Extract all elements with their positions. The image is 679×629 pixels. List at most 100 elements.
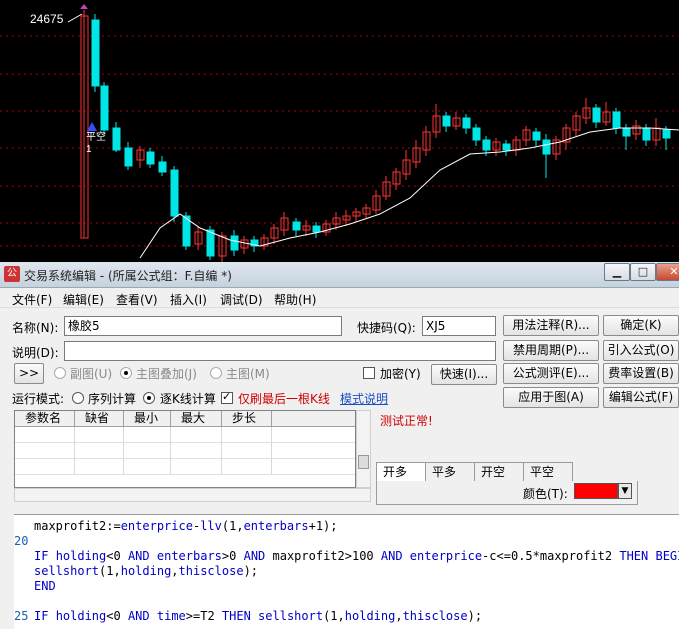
candle-body bbox=[462, 117, 471, 129]
parameter-table-header: 参数名 缺省 最小 最大 步长 bbox=[15, 411, 355, 427]
candle-body bbox=[312, 225, 321, 233]
param-step-header: 步长 bbox=[222, 411, 272, 426]
param-default-header: 缺省 bbox=[75, 411, 124, 426]
candle-body bbox=[482, 139, 491, 151]
chevron-down-icon[interactable]: ▼ bbox=[618, 483, 632, 499]
candle-body bbox=[502, 143, 511, 151]
candle-body bbox=[146, 151, 155, 165]
main-overlay-label: 主图叠加(J) bbox=[136, 367, 197, 381]
tab-open-long[interactable]: 开多 bbox=[376, 462, 426, 483]
parameter-vertical-scrollbar[interactable] bbox=[356, 410, 371, 488]
candle-body bbox=[622, 127, 631, 137]
main-overlay-radio[interactable] bbox=[120, 367, 132, 379]
scroll-thumb[interactable] bbox=[358, 455, 369, 469]
sub-chart-radio[interactable] bbox=[54, 367, 66, 379]
candle-body bbox=[91, 19, 100, 87]
code-text: IF holding<0 AND time>=T2 THEN sellshort… bbox=[34, 609, 483, 623]
candle-body bbox=[124, 147, 133, 167]
encrypt-checkbox[interactable] bbox=[363, 367, 375, 379]
fee-settings-button[interactable]: 费率设置(B) bbox=[603, 363, 679, 384]
formula-test-button[interactable]: 公式测评(E)... bbox=[503, 363, 599, 384]
trading-system-editor-window: 公 交易系统编辑 - (所属公式组：F.自编 *) ▁ □ ✕ 文件(F) 编辑… bbox=[0, 262, 679, 629]
candle-body bbox=[206, 229, 215, 257]
signal-label: 平空 bbox=[86, 132, 106, 143]
code-text: END bbox=[34, 579, 56, 593]
param-max-header: 最大 bbox=[171, 411, 222, 426]
name-input[interactable]: 橡胶5 bbox=[64, 316, 342, 336]
table-row[interactable] bbox=[15, 443, 355, 459]
menu-view[interactable]: 查看(V) bbox=[116, 291, 158, 308]
title-bar[interactable]: 公 交易系统编辑 - (所属公式组：F.自编 *) ▁ □ ✕ bbox=[0, 262, 679, 288]
tab-close-short[interactable]: 平空 bbox=[523, 462, 573, 482]
menu-edit[interactable]: 编辑(E) bbox=[63, 291, 104, 308]
param-name-header: 参数名 bbox=[15, 411, 75, 426]
candle-body bbox=[542, 139, 551, 155]
apply-chart-button[interactable]: 应用于图(A) bbox=[503, 387, 599, 408]
candle-body bbox=[112, 127, 121, 151]
name-label: 名称(N): bbox=[12, 321, 59, 335]
color-label: 颜色(T): bbox=[523, 487, 568, 501]
line-number: 25 bbox=[14, 609, 29, 623]
test-status-text: 测试正常! bbox=[380, 414, 433, 428]
menu-file[interactable]: 文件(F) bbox=[12, 291, 52, 308]
confirm-button[interactable]: 确定(K) bbox=[603, 315, 679, 336]
disable-period-button[interactable]: 禁用周期(P)... bbox=[503, 340, 599, 361]
high-price-label: 24675 bbox=[30, 12, 64, 26]
last-bar-checkbox[interactable] bbox=[221, 390, 233, 404]
candle-body bbox=[612, 111, 621, 129]
tab-open-short[interactable]: 开空 bbox=[474, 462, 524, 482]
sub-chart-label: 副图(U) bbox=[70, 367, 113, 381]
main-chart-label: 主图(M) bbox=[226, 367, 270, 381]
last-bar-label: 仅刷最后一根K线 bbox=[238, 392, 330, 406]
code-text: IF holding<0 AND enterbars>0 AND maxprof… bbox=[34, 549, 679, 563]
parameter-table[interactable]: 参数名 缺省 最小 最大 步长 bbox=[14, 410, 356, 488]
kline-chart[interactable]: 24675 平空 1 bbox=[0, 0, 679, 262]
menu-insert[interactable]: 插入(I) bbox=[170, 291, 207, 308]
import-formula-button[interactable]: 引入公式(O) bbox=[603, 340, 679, 361]
run-mode-label: 运行模式: bbox=[12, 392, 65, 406]
encrypt-label: 加密(Y) bbox=[380, 367, 421, 381]
window-title: 交易系统编辑 - (所属公式组：F.自编 *) bbox=[24, 269, 232, 283]
candle-body bbox=[532, 131, 541, 141]
fast-button[interactable]: 快速(I)... bbox=[431, 364, 497, 385]
edit-formula-button[interactable]: 编辑公式(F) bbox=[603, 387, 679, 408]
mode-help-link[interactable]: 模式说明 bbox=[340, 390, 388, 407]
candle-body bbox=[100, 85, 109, 131]
description-label: 说明(D): bbox=[12, 346, 59, 360]
candle-body bbox=[170, 169, 179, 217]
menu-debug[interactable]: 调试(D) bbox=[220, 291, 263, 308]
expand-button[interactable]: >> bbox=[14, 363, 44, 384]
close-button[interactable]: ✕ bbox=[656, 263, 679, 281]
param-min-header: 最小 bbox=[124, 411, 171, 426]
menu-help[interactable]: 帮助(H) bbox=[274, 291, 316, 308]
tick-mode-label: 逐K线计算 bbox=[160, 392, 216, 406]
table-row[interactable] bbox=[15, 427, 355, 443]
tab-close-long[interactable]: 平多 bbox=[425, 462, 475, 482]
table-row[interactable] bbox=[15, 459, 355, 475]
candle-body bbox=[442, 115, 451, 127]
menu-bar: 文件(F) 编辑(E) 查看(V) 插入(I) 调试(D) 帮助(H) bbox=[0, 288, 679, 308]
code-text: sellshort(1,holding,thisclose); bbox=[34, 564, 259, 578]
parameter-horizontal-scrollbar[interactable] bbox=[14, 488, 371, 502]
candle-body bbox=[662, 129, 671, 139]
main-chart-radio[interactable] bbox=[210, 367, 222, 379]
tick-mode-radio[interactable] bbox=[143, 392, 155, 404]
shortcode-label: 快捷码(Q): bbox=[357, 321, 416, 335]
code-text: maxprofit2:=enterprice-llv(1,enterbars+1… bbox=[34, 519, 338, 533]
tab-panel: 颜色(T): ▼ bbox=[376, 481, 638, 505]
shortcode-input[interactable]: XJ5 bbox=[422, 316, 496, 336]
minimize-button[interactable]: ▁ bbox=[604, 263, 630, 281]
sequence-mode-radio[interactable] bbox=[72, 392, 84, 404]
usage-notes-button[interactable]: 用法注释(R)... bbox=[503, 315, 599, 336]
candle-body bbox=[292, 221, 301, 231]
candle-body bbox=[158, 161, 167, 173]
candle-body bbox=[592, 107, 601, 123]
code-editor[interactable]: maxprofit2:=enterprice-llv(1,enterbars+1… bbox=[14, 514, 679, 629]
price-pointer-line bbox=[67, 13, 83, 23]
maximize-button[interactable]: □ bbox=[630, 263, 656, 281]
candle-body bbox=[472, 127, 481, 141]
description-input[interactable] bbox=[64, 341, 496, 361]
candle-body bbox=[642, 127, 651, 141]
candle-body bbox=[230, 235, 239, 251]
color-swatch[interactable] bbox=[574, 483, 618, 499]
